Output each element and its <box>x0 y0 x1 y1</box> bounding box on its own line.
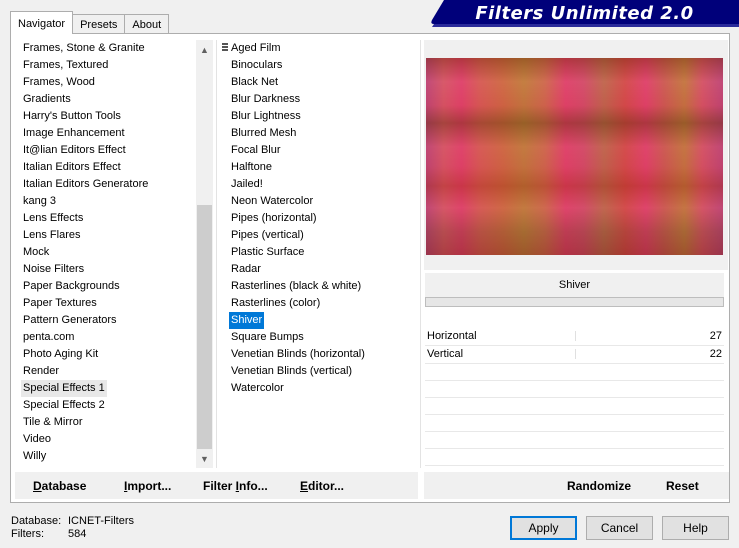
list-divider <box>216 40 217 468</box>
title-banner: Filters Unlimited 2.0 <box>430 0 739 28</box>
right-toolbar: Randomize Reset <box>424 472 729 499</box>
category-item[interactable]: Video <box>23 431 51 448</box>
category-item[interactable]: Mock <box>23 244 49 261</box>
filters-status-label: Filters: <box>11 528 44 540</box>
category-item[interactable]: It@lian Editors Effect <box>23 142 126 159</box>
parameter-label: Horizontal <box>427 330 477 342</box>
filter-item[interactable]: Aged Film <box>231 40 281 57</box>
filter-item[interactable]: Venetian Blinds (vertical) <box>231 363 352 380</box>
category-item[interactable]: Harry's Button Tools <box>23 108 121 125</box>
help-button[interactable]: Help <box>662 516 729 540</box>
scroll-up-arrow-icon[interactable]: ▲ <box>196 42 213 59</box>
category-item[interactable]: kang 3 <box>23 193 56 210</box>
category-item[interactable]: Photo Aging Kit <box>23 346 98 363</box>
category-item[interactable]: Pattern Generators <box>23 312 117 329</box>
parameter-horizontal[interactable]: Horizontal 27 <box>425 328 724 346</box>
category-item[interactable]: penta.com <box>23 329 74 346</box>
filter-item[interactable]: Rasterlines (color) <box>231 295 320 312</box>
import-button[interactable]: Import... <box>124 479 171 493</box>
category-item[interactable]: Paper Backgrounds <box>23 278 120 295</box>
tab-about[interactable]: About <box>124 14 170 34</box>
category-item[interactable]: Italian Editors Generatore <box>23 176 148 193</box>
list-divider-right <box>420 40 421 468</box>
filter-name-label: Shiver <box>425 273 724 297</box>
status-area: Database: ICNET-Filters Filters: 584 <box>11 515 134 541</box>
category-item[interactable]: Willy <box>23 448 46 465</box>
slider-tick <box>575 331 576 341</box>
filter-item[interactable]: Square Bumps <box>231 329 304 346</box>
category-item[interactable]: Noise Filters <box>23 261 84 278</box>
category-item[interactable]: Special Effects 1 <box>21 380 107 397</box>
tab-bar: Navigator Presets About <box>10 11 170 34</box>
parameter-label: Vertical <box>427 348 464 360</box>
parameter-empty <box>425 381 724 398</box>
filter-item[interactable]: Pipes (horizontal) <box>231 210 317 227</box>
parameter-empty <box>425 398 724 415</box>
banner-title: Filters Unlimited 2.0 <box>475 3 694 24</box>
apply-button[interactable]: Apply <box>510 516 577 540</box>
slider-tick <box>575 349 576 359</box>
parameter-value: 27 <box>709 330 722 342</box>
category-item[interactable]: Frames, Stone & Granite <box>23 40 145 57</box>
category-item[interactable]: Tile & Mirror <box>23 414 82 431</box>
category-item[interactable]: Lens Flares <box>23 227 80 244</box>
filter-item[interactable]: Black Net <box>231 74 278 91</box>
parameter-empty <box>425 432 724 449</box>
filter-item[interactable]: Blur Darkness <box>231 91 300 108</box>
preview-image <box>426 58 723 255</box>
category-item[interactable]: Image Enhancement <box>23 125 125 142</box>
category-item[interactable]: Lens Effects <box>23 210 83 227</box>
filter-item[interactable]: Watercolor <box>231 380 284 397</box>
filter-item[interactable]: Blur Lightness <box>231 108 301 125</box>
database-button[interactable]: Database <box>33 479 86 493</box>
parameter-empty <box>425 449 724 466</box>
parameter-empty <box>425 364 724 381</box>
scroll-down-arrow-icon[interactable]: ▼ <box>196 451 213 468</box>
parameter-empty <box>425 415 724 432</box>
tab-navigator[interactable]: Navigator <box>10 11 74 34</box>
category-item[interactable]: Special Effects 2 <box>23 397 105 414</box>
filter-item[interactable]: Pipes (vertical) <box>231 227 304 244</box>
parameter-list: Horizontal 27 Vertical 22 <box>425 328 724 466</box>
filter-item[interactable]: Neon Watercolor <box>231 193 313 210</box>
filter-item[interactable]: Rasterlines (black & white) <box>231 278 361 295</box>
category-list[interactable]: Frames, Stone & Granite Frames, Textured F… <box>15 40 211 468</box>
category-scrollbar[interactable]: ▲ ▼ <box>196 40 213 468</box>
filter-item[interactable]: Plastic Surface <box>231 244 304 261</box>
drag-handle-icon <box>222 43 228 54</box>
category-item[interactable]: Paper Textures <box>23 295 97 312</box>
filters-status-value: 584 <box>68 528 87 540</box>
category-item[interactable]: Render <box>23 363 59 380</box>
filter-item[interactable]: Shiver <box>229 312 265 329</box>
category-item[interactable]: Italian Editors Effect <box>23 159 121 176</box>
filter-info-button[interactable]: Filter Info... <box>203 479 268 493</box>
left-toolbar: Database Import... Filter Info... Editor… <box>15 472 418 499</box>
category-item[interactable]: Frames, Textured <box>23 57 108 74</box>
parameter-vertical[interactable]: Vertical 22 <box>425 346 724 364</box>
filter-item[interactable]: Jailed! <box>231 176 263 193</box>
filter-item[interactable]: Radar <box>231 261 261 278</box>
cancel-button[interactable]: Cancel <box>586 516 653 540</box>
parameter-value: 22 <box>709 348 722 360</box>
parameter-separator <box>425 297 724 307</box>
scroll-thumb[interactable] <box>197 205 212 449</box>
database-status-label: Database: <box>11 515 62 527</box>
category-item[interactable]: Frames, Wood <box>23 74 95 91</box>
editor-button[interactable]: Editor... <box>300 479 344 493</box>
filter-list[interactable]: Aged Film Binoculars Black Net Blur Darknes… <box>220 40 418 468</box>
database-status-value: ICNET-Filters <box>68 515 134 527</box>
filter-item[interactable]: Binoculars <box>231 57 282 74</box>
filter-item[interactable]: Venetian Blinds (horizontal) <box>231 346 365 363</box>
randomize-button[interactable]: Randomize <box>567 479 631 493</box>
filter-item[interactable]: Focal Blur <box>231 142 281 159</box>
filter-item[interactable]: Halftone <box>231 159 272 176</box>
reset-button[interactable]: Reset <box>666 479 699 493</box>
filter-item[interactable]: Blurred Mesh <box>231 125 296 142</box>
category-item[interactable]: Gradients <box>23 91 71 108</box>
tab-presets[interactable]: Presets <box>72 14 126 34</box>
